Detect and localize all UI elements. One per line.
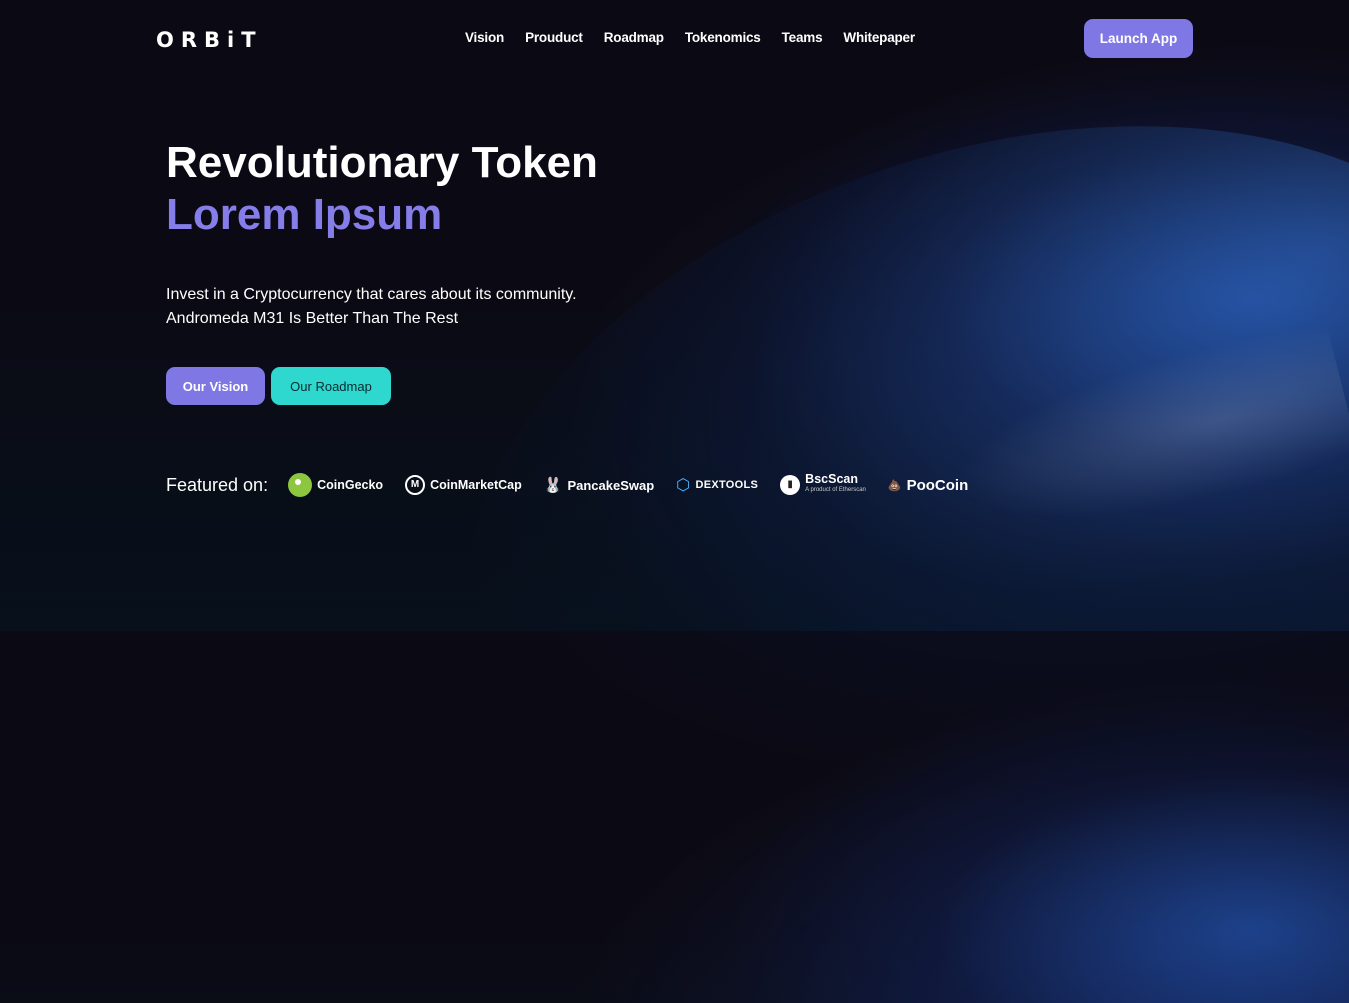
coingecko-icon bbox=[288, 473, 313, 497]
partner-name: DEXTOOLS bbox=[695, 479, 759, 491]
bscscan-icon: ▮ bbox=[780, 475, 801, 495]
hero-subtitle-line2: Andromeda M31 Is Better Than The Rest bbox=[166, 310, 459, 327]
partner-pancakeswap[interactable]: 🐰 PancakeSwap bbox=[544, 476, 654, 494]
nav-teams[interactable]: Teams bbox=[782, 30, 823, 45]
our-roadmap-button[interactable]: Our Roadmap bbox=[271, 367, 391, 405]
site-header: ORBiT Vision Prouduct Roadmap Tokenomics… bbox=[0, 19, 1349, 58]
hero-title: Revolutionary Token Lorem Ipsum bbox=[166, 137, 598, 241]
clouds-background bbox=[915, 311, 1349, 569]
partner-name: CoinMarketCap bbox=[430, 478, 522, 492]
hero-subtitle: Invest in a Cryptocurrency that cares ab… bbox=[166, 283, 577, 331]
featured-on-bar: Featured on: CoinGecko M CoinMarketCap 🐰… bbox=[166, 472, 990, 498]
hero-subtitle-line1: Invest in a Cryptocurrency that cares ab… bbox=[166, 286, 577, 303]
coinmarketcap-icon: M bbox=[405, 475, 426, 495]
nav-roadmap[interactable]: Roadmap bbox=[604, 30, 664, 45]
partner-poocoin[interactable]: 💩 PooCoin bbox=[888, 477, 968, 494]
partner-name: PancakeSwap bbox=[567, 477, 655, 493]
partner-coinmarketcap[interactable]: M CoinMarketCap bbox=[405, 475, 522, 495]
featured-label: Featured on: bbox=[166, 474, 269, 495]
hero-title-line1: Revolutionary Token bbox=[166, 138, 598, 187]
our-vision-button[interactable]: Our Vision bbox=[166, 367, 265, 405]
partner-name: CoinGecko bbox=[317, 478, 384, 492]
partner-name: PooCoin bbox=[906, 476, 969, 494]
partner-coingecko[interactable]: CoinGecko bbox=[288, 473, 383, 497]
partner-dextools[interactable]: ⬡ DEXTOOLS bbox=[676, 475, 758, 495]
nav-product[interactable]: Prouduct bbox=[525, 30, 583, 45]
nav-vision[interactable]: Vision bbox=[465, 30, 504, 45]
poocoin-icon: 💩 bbox=[887, 479, 902, 492]
partner-bscscan[interactable]: ▮ BscScan A product of Etherscan bbox=[780, 472, 866, 496]
hero-title-line2: Lorem Ipsum bbox=[166, 190, 443, 239]
main-nav: Vision Prouduct Roadmap Tokenomics Teams… bbox=[465, 30, 936, 45]
launch-app-button[interactable]: Launch App bbox=[1084, 19, 1193, 58]
dextools-icon: ⬡ bbox=[676, 477, 691, 494]
nav-whitepaper[interactable]: Whitepaper bbox=[843, 30, 915, 45]
partner-name: BscScan bbox=[805, 472, 858, 486]
hero-buttons: Our Vision Our Roadmap bbox=[166, 367, 391, 405]
partner-subtitle: A product of Etherscan bbox=[805, 487, 866, 493]
nav-tokenomics[interactable]: Tokenomics bbox=[685, 30, 761, 45]
orbit-logo[interactable]: ORBiT bbox=[156, 28, 263, 52]
pancakeswap-icon: 🐰 bbox=[543, 477, 563, 494]
